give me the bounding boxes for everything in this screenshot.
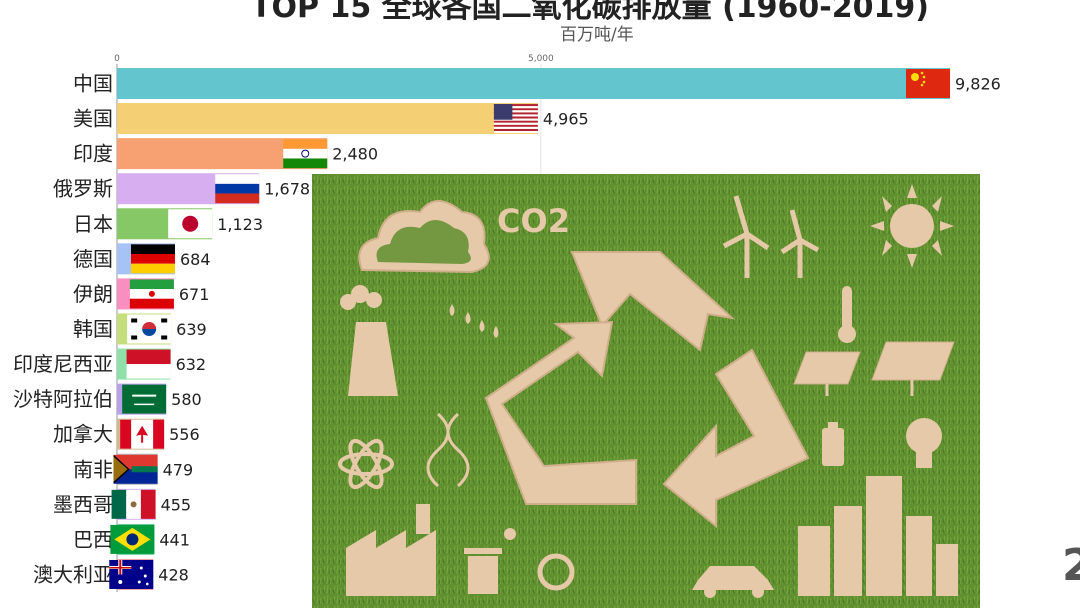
category-label: 沙特阿拉伯 bbox=[13, 387, 113, 411]
value-label: 441 bbox=[159, 530, 190, 549]
category-label: 俄罗斯 bbox=[53, 177, 113, 201]
category-label: 美国 bbox=[73, 107, 113, 131]
germany-flag-icon bbox=[130, 244, 175, 274]
value-label: 428 bbox=[158, 565, 189, 584]
canada-flag-icon bbox=[120, 419, 165, 449]
category-label: 印度 bbox=[73, 142, 113, 166]
value-label: 580 bbox=[171, 390, 202, 409]
value-label: 4,965 bbox=[543, 110, 589, 129]
value-label: 639 bbox=[176, 320, 207, 339]
year-indicator: 2 bbox=[1062, 540, 1080, 591]
chart-stage: TOP 15 全球各国二氧化碳排放量 (1960-2019) 百万吨/年 0 5,… bbox=[0, 0, 1080, 608]
category-label: 日本 bbox=[73, 212, 113, 236]
china-flag-icon bbox=[906, 69, 950, 98]
category-label: 韩国 bbox=[73, 317, 113, 341]
south-africa-flag-icon bbox=[113, 454, 158, 484]
india-flag-icon bbox=[283, 139, 328, 169]
usa-flag-icon bbox=[493, 104, 538, 134]
bar bbox=[117, 103, 538, 135]
category-label: 墨西哥 bbox=[53, 492, 113, 516]
value-label: 632 bbox=[176, 355, 207, 374]
category-label: 南非 bbox=[73, 457, 113, 481]
sun-icon bbox=[870, 184, 954, 268]
value-label: 671 bbox=[179, 285, 210, 304]
category-label: 伊朗 bbox=[73, 282, 113, 306]
russia-flag-icon bbox=[215, 174, 260, 204]
brazil-flag-icon bbox=[110, 524, 155, 554]
x-tick-label: 0 bbox=[114, 54, 120, 64]
japan-flag-icon bbox=[168, 209, 213, 239]
iran-flag-icon bbox=[129, 279, 174, 309]
value-label: 455 bbox=[161, 495, 192, 514]
bar bbox=[117, 68, 950, 99]
value-label: 1,678 bbox=[264, 180, 310, 199]
category-label: 德国 bbox=[73, 247, 113, 271]
saudi-arabia-flag-icon bbox=[122, 384, 167, 414]
category-label: 澳大利亚 bbox=[33, 562, 113, 586]
category-label: 巴西 bbox=[73, 527, 113, 551]
value-label: 9,826 bbox=[955, 75, 1001, 94]
value-label: 1,123 bbox=[217, 215, 263, 234]
value-label: 479 bbox=[163, 460, 194, 479]
indonesia-flag-icon bbox=[126, 349, 171, 379]
australia-flag-icon bbox=[109, 559, 154, 589]
category-label: 中国 bbox=[73, 72, 113, 96]
mexico-flag-icon bbox=[111, 489, 156, 519]
environment-photo-overlay: CO2 bbox=[312, 174, 980, 608]
x-tick-label: 5,000 bbox=[528, 54, 554, 64]
battery-icon bbox=[822, 422, 844, 466]
south-korea-flag-icon bbox=[127, 314, 172, 344]
category-label: 印度尼西亚 bbox=[13, 352, 113, 376]
value-label: 684 bbox=[180, 250, 211, 269]
co2-icon: CO2 bbox=[497, 202, 570, 240]
category-label: 加拿大 bbox=[53, 422, 113, 446]
value-label: 2,480 bbox=[332, 145, 378, 164]
value-label: 556 bbox=[169, 425, 200, 444]
